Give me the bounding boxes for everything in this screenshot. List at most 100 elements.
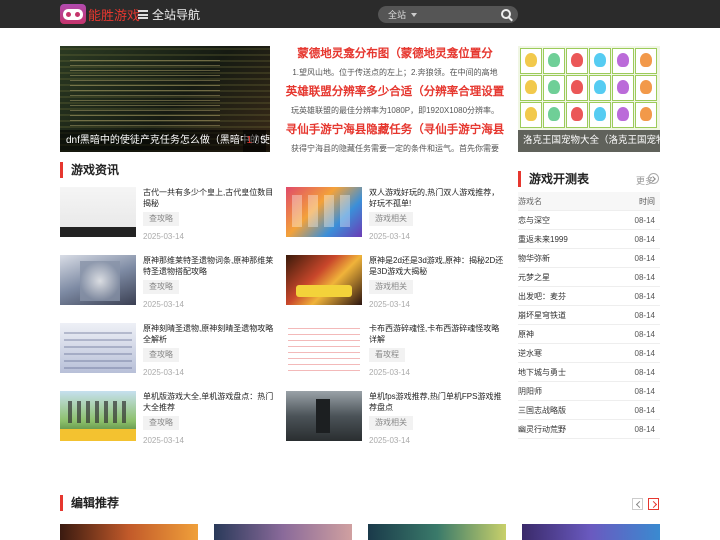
ranking-row[interactable]: 阴阳师 08-14 [518, 382, 660, 401]
news-thumbnail[interactable] [60, 255, 136, 305]
chevron-right-icon[interactable] [648, 173, 659, 184]
editor-pick-card[interactable] [522, 524, 660, 540]
ranking-game-name[interactable]: 阴阳师 [518, 387, 542, 396]
ranking-row[interactable]: 重返未来1999 08-14 [518, 230, 660, 249]
featured-slider[interactable]: dnf黑暗中的使徒产克任务怎么做（黑暗中的使徒卢克 1 / 5 [60, 46, 270, 152]
ranking-date: 08-14 [634, 235, 655, 244]
headline-title[interactable]: 蒙德地灵龛分布图（蒙德地灵龛位置分 [284, 46, 506, 62]
news-title[interactable]: 古代一共有多少个皇上,古代皇位数目揭秘 [143, 187, 279, 209]
ranking-game-name[interactable]: 出发吧：麦芬 [518, 292, 566, 301]
news-item[interactable]: 原神刻晴圣遗物,原神刻晴圣遗物攻略全解析 查攻略 2025-03-14 [60, 323, 279, 377]
chevron-right-icon[interactable] [648, 498, 659, 510]
ranking-game-name[interactable]: 物华弥新 [518, 254, 550, 263]
news-title[interactable]: 原神是2d还是3d游戏,原神：揭秘2D还是3D游戏大揭秘 [369, 255, 505, 277]
pet-feature-image[interactable]: 洛克王国宠物大全（洛克王国宠物大全 全 [518, 46, 660, 152]
news-tag[interactable]: 游戏相关 [369, 212, 413, 226]
ranking-game-name[interactable]: 元梦之星 [518, 273, 550, 282]
pet-tile [520, 48, 542, 74]
news-item[interactable]: 原神那维莱特圣遗物词条,原神那维莱特圣遗物搭配攻略 查攻略 2025-03-14 [60, 255, 279, 309]
news-tag[interactable]: 查攻略 [143, 416, 179, 430]
news-item[interactable]: 双人游戏好玩的,热门双人游戏推荐，好玩不孤单! 游戏相关 2025-03-14 [286, 187, 505, 241]
pet-tile [612, 48, 634, 74]
search-scope-select[interactable]: 全站 [388, 8, 406, 21]
ranking-date: 08-14 [634, 330, 655, 339]
news-item[interactable]: 单机版游戏大全,单机游戏盘点：热门大全推荐 查攻略 2025-03-14 [60, 391, 279, 445]
news-tag[interactable]: 查攻略 [143, 212, 179, 226]
news-item[interactable]: 原神是2d还是3d游戏,原神：揭秘2D还是3D游戏大揭秘 游戏相关 2025-0… [286, 255, 505, 309]
news-item[interactable]: 卡布西游碎魂怪,卡布西游碎魂怪攻略详解 看攻程 2025-03-14 [286, 323, 505, 377]
ranking-row[interactable]: 地下城与勇士 08-14 [518, 363, 660, 382]
news-title[interactable]: 单机版游戏大全,单机游戏盘点：热门大全推荐 [143, 391, 279, 413]
ranking-row[interactable]: 原神 08-14 [518, 325, 660, 344]
ranking-date: 08-14 [634, 254, 655, 263]
ranking-row[interactable]: 三国志战略版 08-14 [518, 401, 660, 420]
ranking-date: 08-14 [634, 349, 655, 358]
ranking-game-name[interactable]: 恋与深空 [518, 216, 550, 225]
ranking-game-name[interactable]: 重返未来1999 [518, 235, 568, 244]
editor-pick-card[interactable] [368, 524, 506, 540]
ranking-row[interactable]: 崩坏星穹铁道 08-14 [518, 306, 660, 325]
news-item[interactable]: 古代一共有多少个皇上,古代皇位数目揭秘 查攻略 2025-03-14 [60, 187, 279, 241]
news-tag[interactable]: 游戏相关 [369, 280, 413, 294]
headline-title[interactable]: 寻仙手游宁海县隐藏任务（寻仙手游宁海县 [284, 122, 506, 138]
ranking-col-time: 时间 [639, 197, 655, 206]
news-title[interactable]: 单机fps游戏推荐,热门单机FPS游戏推荐盘点 [369, 391, 505, 413]
news-thumbnail[interactable] [60, 187, 136, 237]
headline-desc: 获得宁海县的隐藏任务需要一定的条件和运气。首先你需要 [291, 144, 499, 153]
news-title[interactable]: 双人游戏好玩的,热门双人游戏推荐，好玩不孤单! [369, 187, 505, 209]
news-thumbnail[interactable] [60, 323, 136, 373]
ranking-row[interactable]: 物华弥新 08-14 [518, 249, 660, 268]
chevron-left-icon[interactable] [632, 498, 643, 510]
ranking-date: 08-14 [634, 311, 655, 320]
ranking-row[interactable]: 出发吧：麦芬 08-14 [518, 287, 660, 306]
ranking-row[interactable]: 逆水寒 08-14 [518, 344, 660, 363]
news-tag[interactable]: 游戏相关 [369, 416, 413, 430]
chevron-down-icon[interactable] [411, 13, 417, 17]
slider-caption[interactable]: dnf黑暗中的使徒产克任务怎么做（黑暗中的使徒卢克 [60, 130, 270, 152]
ranking-date: 08-14 [634, 368, 655, 377]
headline-title[interactable]: 英雄联盟分辨率多少合适（分辨率合理设置 [284, 84, 506, 100]
search-input[interactable] [422, 7, 494, 22]
editor-pick-card[interactable] [214, 524, 352, 540]
pet-tile [566, 75, 588, 101]
news-title[interactable]: 卡布西游碎魂怪,卡布西游碎魂怪攻略详解 [369, 323, 505, 345]
pet-caption[interactable]: 洛克王国宠物大全（洛克王国宠物大全 全 [518, 130, 660, 152]
ranking-game-name[interactable]: 原神 [518, 330, 534, 339]
pet-tile [520, 75, 542, 101]
headline-list: 蒙德地灵龛分布图（蒙德地灵龛位置分 1.望风山地。位于传送点的左上；2.奔狼领。… [284, 46, 506, 160]
news-tag[interactable]: 查攻略 [143, 280, 179, 294]
ranking-date: 08-14 [634, 216, 655, 225]
news-thumbnail[interactable] [286, 187, 362, 237]
site-nav-button[interactable]: 全站导航 [138, 6, 200, 23]
ranking-row[interactable]: 元梦之星 08-14 [518, 268, 660, 287]
news-thumbnail[interactable] [60, 391, 136, 441]
news-title[interactable]: 原神刻晴圣遗物,原神刻晴圣遗物攻略全解析 [143, 323, 279, 345]
pet-tile [635, 48, 657, 74]
search-icon[interactable] [501, 9, 511, 19]
pet-grid [520, 48, 657, 128]
news-date: 2025-03-14 [369, 436, 410, 445]
ranking-game-name[interactable]: 逆水寒 [518, 349, 542, 358]
ranking-game-name[interactable]: 地下城与勇士 [518, 368, 566, 377]
news-thumbnail[interactable] [286, 391, 362, 441]
news-thumbnail[interactable] [286, 255, 362, 305]
ranking-game-name[interactable]: 三国志战略版 [518, 406, 566, 415]
news-title[interactable]: 原神那维莱特圣遗物词条,原神那维莱特圣遗物搭配攻略 [143, 255, 279, 277]
news-thumbnail[interactable] [286, 323, 362, 373]
pet-tile [589, 102, 611, 128]
news-tag[interactable]: 查攻略 [143, 348, 179, 362]
pet-tile [635, 102, 657, 128]
ranking-row[interactable]: 恋与深空 08-14 [518, 211, 660, 230]
site-logo[interactable]: 能胜游戏 [60, 4, 140, 24]
pet-tile [566, 48, 588, 74]
editor-pick-card[interactable] [60, 524, 198, 540]
news-tag[interactable]: 看攻程 [369, 348, 405, 362]
menu-icon [138, 10, 148, 19]
ranking-row[interactable]: 幽灵行动荒野 08-14 [518, 420, 660, 439]
pet-tile [612, 102, 634, 128]
news-date: 2025-03-14 [143, 232, 184, 241]
ranking-date: 08-14 [634, 273, 655, 282]
ranking-game-name[interactable]: 崩坏星穹铁道 [518, 311, 566, 320]
ranking-game-name[interactable]: 幽灵行动荒野 [518, 425, 566, 434]
news-item[interactable]: 单机fps游戏推荐,热门单机FPS游戏推荐盘点 游戏相关 2025-03-14 [286, 391, 505, 445]
